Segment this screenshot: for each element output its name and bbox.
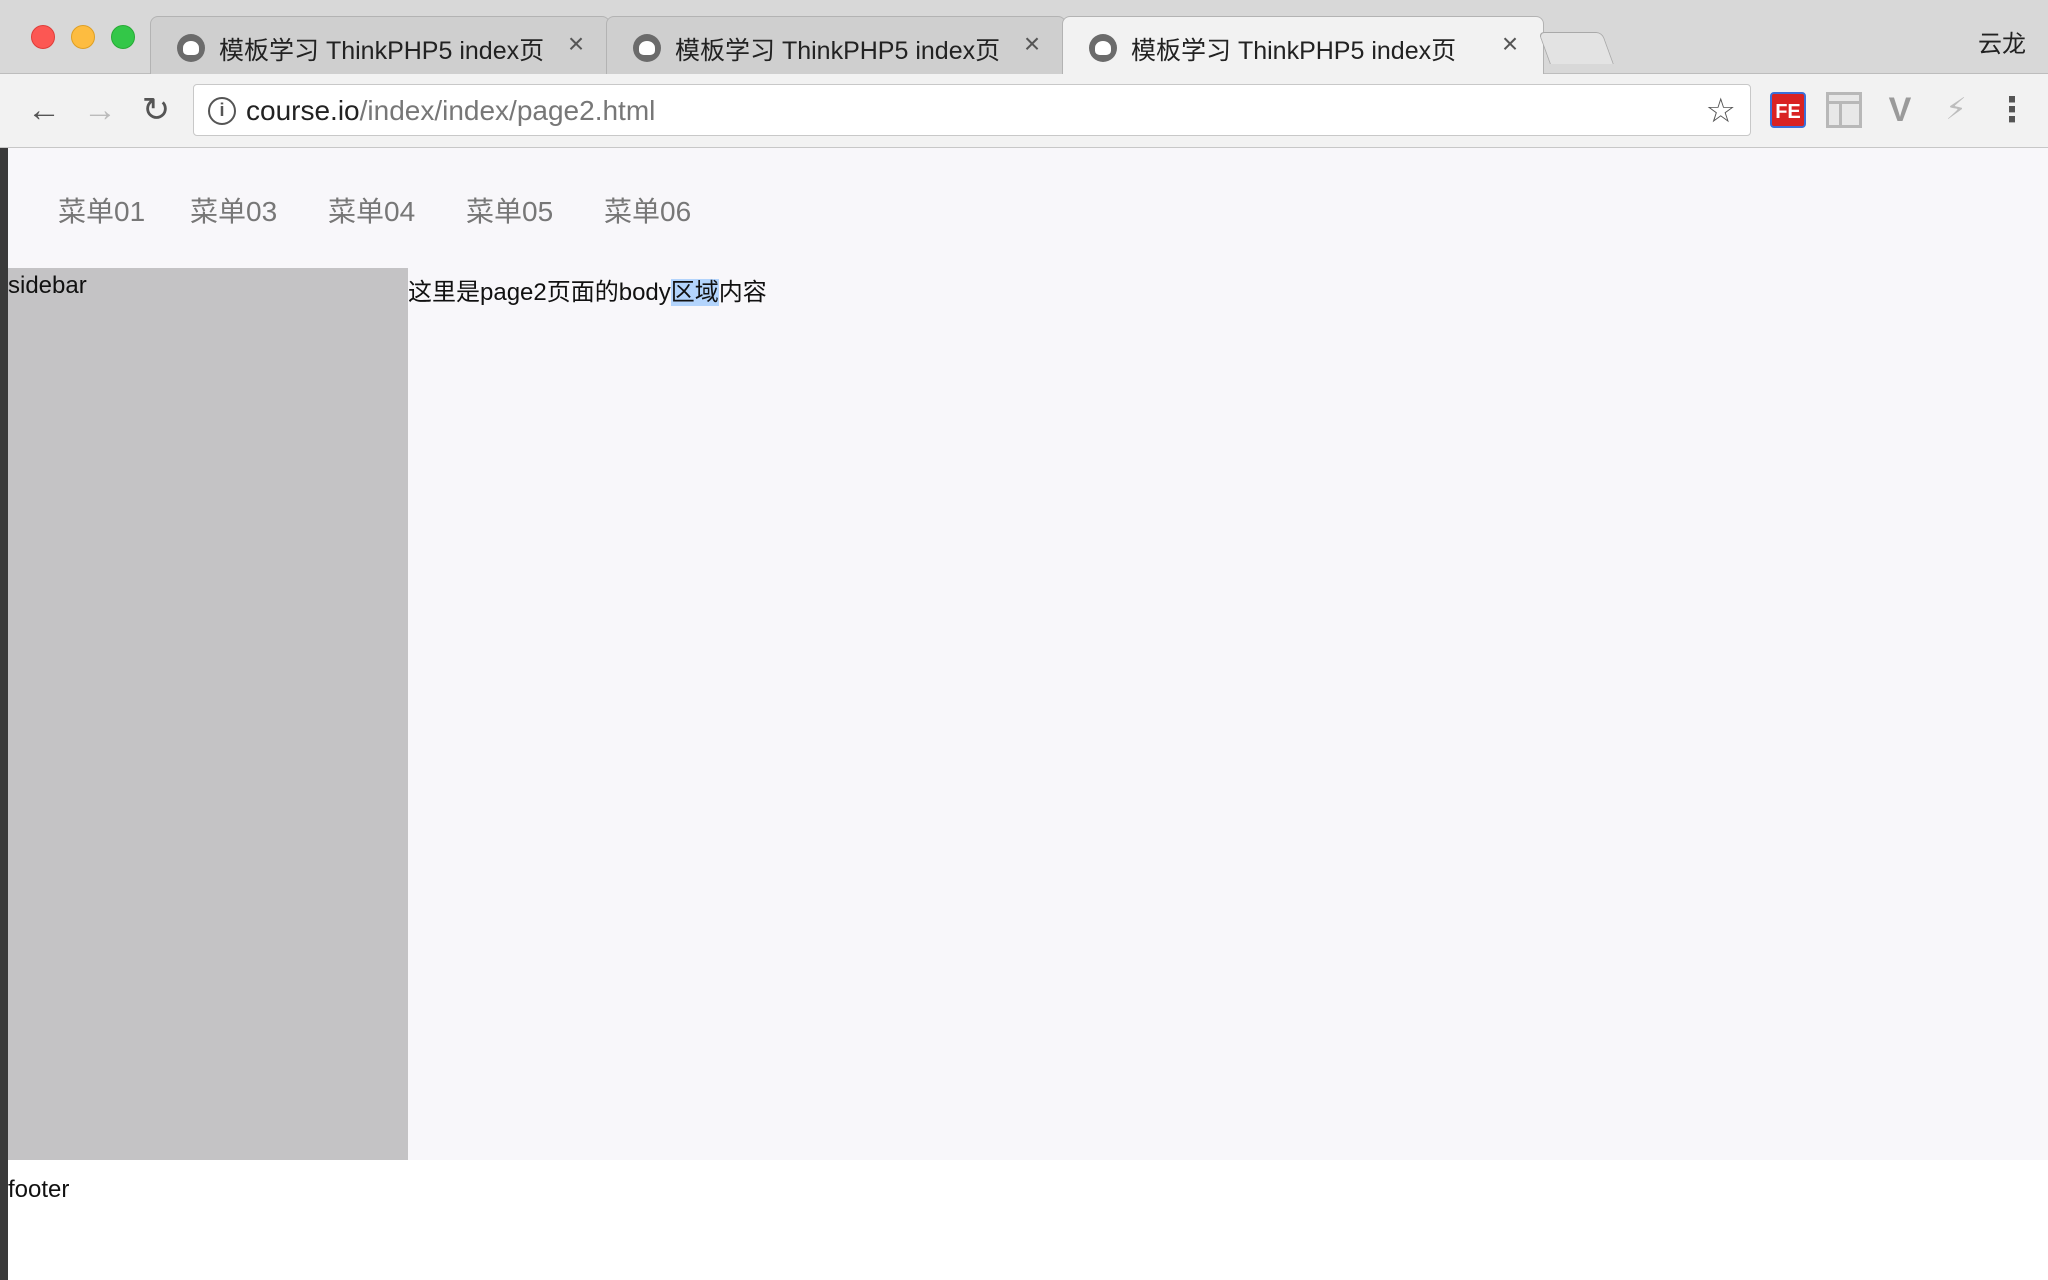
bookmark-star-icon[interactable]: ☆	[1706, 91, 1736, 131]
nav-item-03[interactable]: 菜单03	[190, 190, 277, 230]
favicon-icon	[1089, 34, 1117, 62]
body-text-selected: 区域	[670, 279, 719, 306]
nav-item-01[interactable]: 菜单01	[58, 190, 145, 230]
body-text-start: 这里是page2页面的body	[408, 279, 671, 306]
window-left-edge	[0, 148, 8, 1280]
tab-2[interactable]: 模板学习 ThinkPHP5 index页 ×	[606, 16, 1066, 74]
info-icon[interactable]: i	[208, 97, 236, 125]
page-footer: footer	[8, 1160, 2048, 1280]
menu-dots-icon[interactable]: ⋮	[1994, 90, 2030, 130]
title-bar: 模板学习 ThinkPHP5 index页 × 模板学习 ThinkPHP5 i…	[0, 0, 2048, 75]
nav-item-05[interactable]: 菜单05	[466, 190, 553, 230]
back-arrow-icon[interactable]: ←	[22, 88, 66, 132]
page-nav-menu: 菜单01 菜单03 菜单04 菜单05 菜单06	[8, 148, 2048, 268]
forward-arrow-icon[interactable]: →	[78, 88, 122, 132]
tab-3-active[interactable]: 模板学习 ThinkPHP5 index页 ×	[1062, 16, 1544, 75]
browser-window: 模板学习 ThinkPHP5 index页 × 模板学习 ThinkPHP5 i…	[0, 0, 2048, 1280]
fe-extension-icon[interactable]: FE	[1770, 92, 1806, 128]
window-close-button[interactable]	[31, 25, 55, 49]
profile-name[interactable]: 云龙	[1978, 24, 2026, 59]
table-extension-icon[interactable]	[1826, 92, 1862, 128]
sidebar: sidebar	[8, 268, 408, 1160]
tab-close-icon[interactable]: ×	[1017, 29, 1047, 59]
vue-extension-icon[interactable]: V	[1882, 92, 1918, 128]
tab-title: 模板学习 ThinkPHP5 index页	[1131, 37, 1457, 65]
new-tab-button[interactable]	[1538, 32, 1614, 64]
favicon-icon	[633, 34, 661, 62]
window-maximize-button[interactable]	[111, 25, 135, 49]
nav-item-04[interactable]: 菜单04	[328, 190, 415, 230]
address-bar[interactable]: i course.io/index/index/page2.html ☆	[193, 84, 1751, 136]
tab-title: 模板学习 ThinkPHP5 index页	[219, 37, 545, 65]
tab-title: 模板学习 ThinkPHP5 index页	[675, 37, 1001, 65]
tab-close-icon[interactable]: ×	[561, 29, 591, 59]
window-minimize-button[interactable]	[71, 25, 95, 49]
page-main: sidebar 这里是page2页面的body区域内容	[8, 268, 2048, 1160]
url-host: course.io	[246, 95, 360, 126]
favicon-icon	[177, 34, 205, 62]
reload-icon[interactable]: ↻	[134, 88, 178, 132]
body-content-text: 这里是page2页面的body区域内容	[408, 272, 767, 307]
sidebar-label: sidebar	[8, 272, 87, 299]
body-text-end: 内容	[718, 279, 767, 306]
bolt-extension-icon[interactable]: ⚡	[1938, 92, 1974, 128]
url-text[interactable]: course.io/index/index/page2.html	[246, 95, 655, 127]
browser-toolbar: ← → ↻ i course.io/index/index/page2.html…	[0, 74, 2048, 148]
page-viewport: 菜单01 菜单03 菜单04 菜单05 菜单06 sidebar 这里是page…	[8, 148, 2048, 1280]
url-path: /index/index/page2.html	[359, 95, 656, 126]
tab-1[interactable]: 模板学习 ThinkPHP5 index页 ×	[150, 16, 610, 74]
footer-label: footer	[8, 1176, 70, 1203]
nav-item-06[interactable]: 菜单06	[604, 190, 691, 230]
tab-close-icon[interactable]: ×	[1495, 29, 1525, 59]
